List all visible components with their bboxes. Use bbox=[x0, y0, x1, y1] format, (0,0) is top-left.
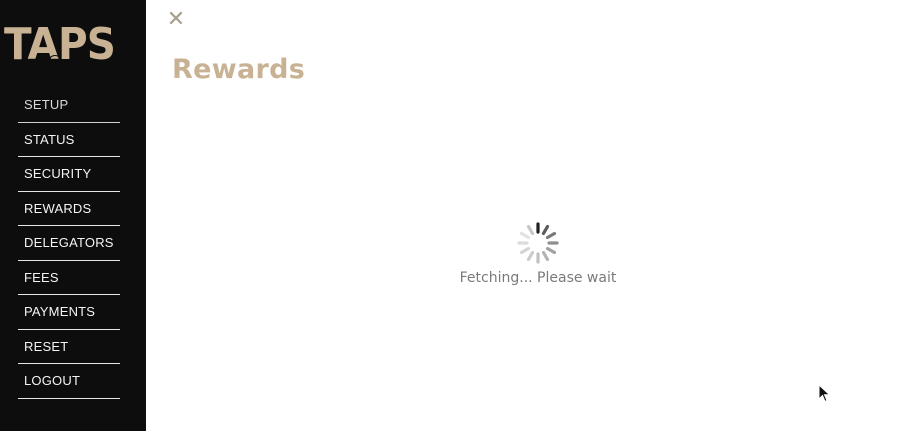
sidebar-item-delegators[interactable]: DELEGATORS bbox=[18, 226, 120, 261]
sidebar-item-setup[interactable]: SETUP bbox=[18, 88, 120, 123]
close-icon[interactable]: ✕ bbox=[166, 9, 186, 31]
sidebar-item-payments[interactable]: PAYMENTS bbox=[18, 295, 120, 330]
sidebar-item-label: PAYMENTS bbox=[24, 304, 96, 319]
sidebar-item-security[interactable]: SECURITY bbox=[18, 157, 120, 192]
sidebar-item-fees[interactable]: FEES bbox=[18, 261, 120, 295]
sidebar-item-logout[interactable]: LOGOUT bbox=[18, 364, 120, 399]
sidebar-item-reset[interactable]: RESET bbox=[18, 330, 120, 364]
sidebar: TAPS SETUP STATUS SECURITY REWARDS DELEG… bbox=[0, 0, 146, 431]
sidebar-item-rewards[interactable]: REWARDS bbox=[18, 192, 120, 226]
sidebar-item-label: SECURITY bbox=[24, 166, 92, 181]
app-window: TAPS SETUP STATUS SECURITY REWARDS DELEG… bbox=[0, 0, 897, 431]
sidebar-nav: SETUP STATUS SECURITY REWARDS DELEGATORS… bbox=[18, 88, 120, 399]
sidebar-item-label: REWARDS bbox=[24, 200, 92, 216]
page-title: Rewards bbox=[172, 54, 306, 85]
spinner-icon bbox=[517, 222, 559, 264]
sidebar-item-label: STATUS bbox=[24, 131, 75, 147]
sidebar-item-label: FEES bbox=[24, 269, 59, 285]
loading-message: Fetching... Please wait bbox=[459, 270, 617, 286]
sidebar-item-label: LOGOUT bbox=[24, 373, 81, 388]
sidebar-item-label: DELEGATORS bbox=[24, 235, 114, 250]
sidebar-item-label: RESET bbox=[24, 338, 69, 354]
logo-text: TAPS bbox=[4, 19, 116, 70]
sidebar-item-label: SETUP bbox=[24, 97, 69, 112]
main-content: ✕ Rewards Fetching... Please wait bbox=[146, 0, 897, 431]
taps-logo: TAPS bbox=[4, 19, 134, 70]
mouse-cursor-icon bbox=[818, 384, 831, 403]
logo-drop-mark-icon bbox=[48, 55, 62, 69]
sidebar-item-status[interactable]: STATUS bbox=[18, 123, 120, 157]
